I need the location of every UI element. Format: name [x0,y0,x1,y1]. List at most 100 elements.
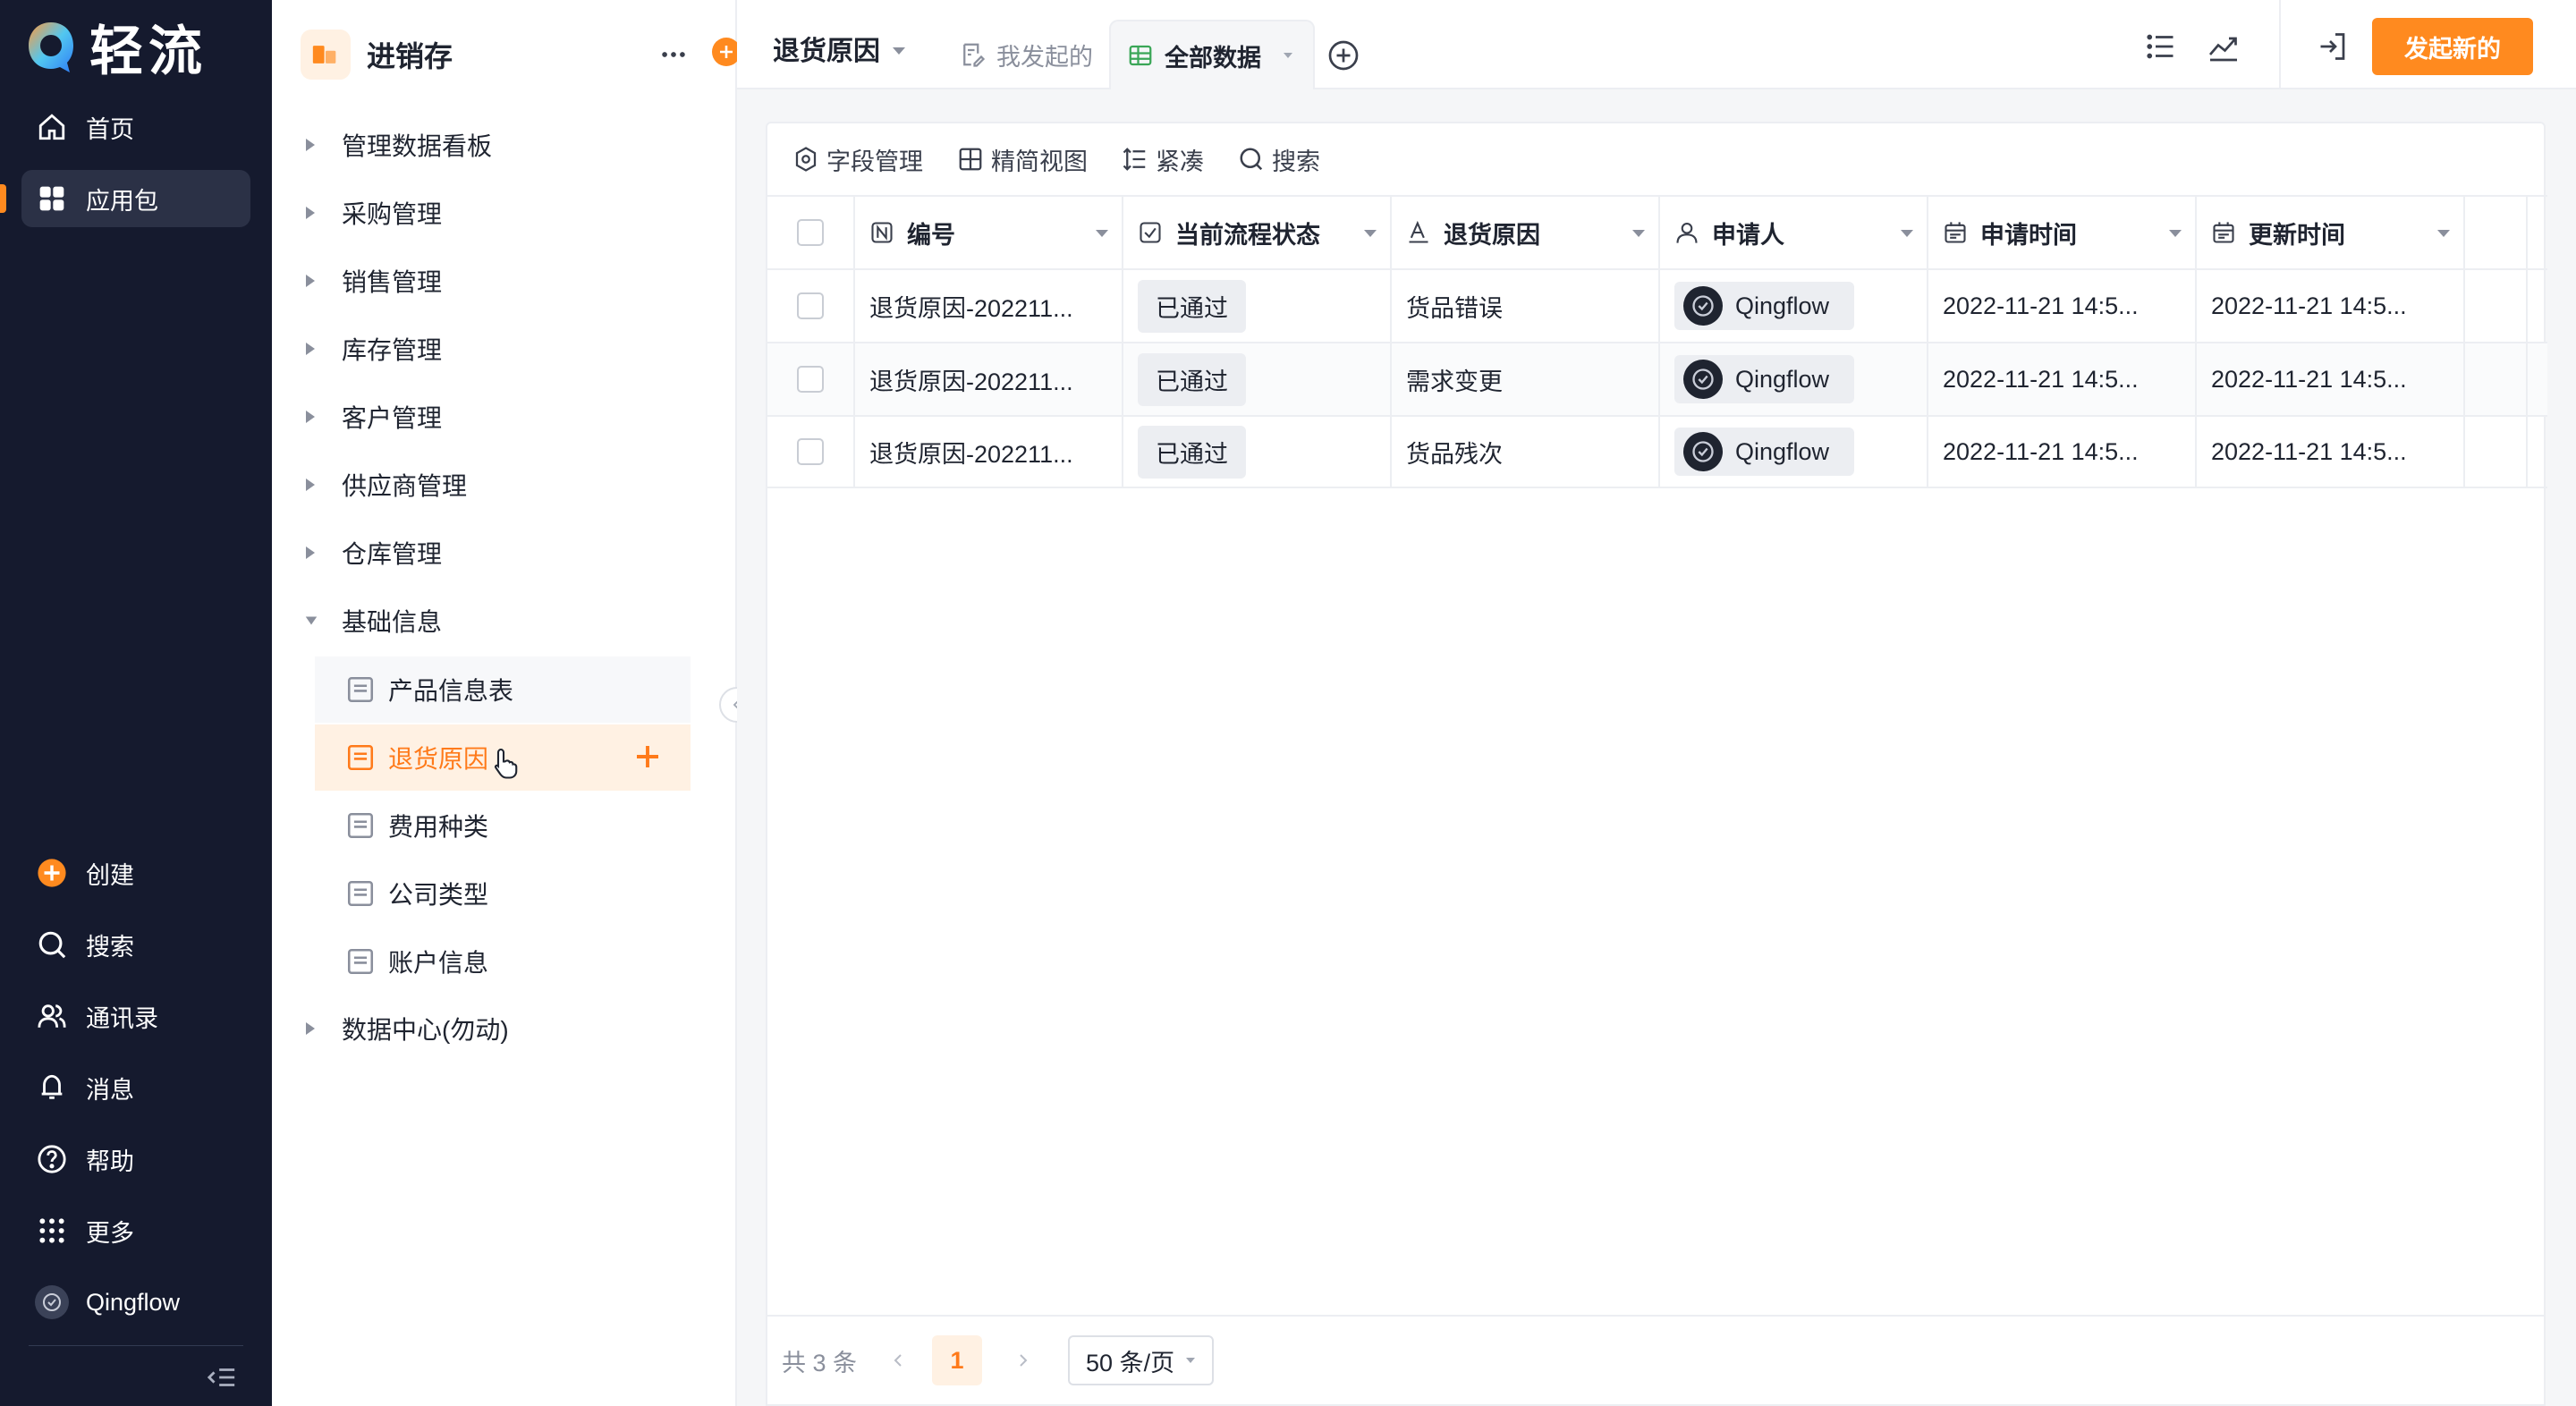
avatar [35,1285,69,1319]
status-badge: 已通过 [1138,425,1246,479]
table-header-row: 编号 当前流程状态 退货原因 申请人 申请时间 更新时间 [767,195,2547,268]
page-number[interactable]: 1 [932,1335,983,1385]
tree-leaf-label: 退货原因 [388,745,489,773]
app-icon [301,30,351,80]
nav-help[interactable]: 帮助 [21,1131,250,1188]
nav-user[interactable]: Qingflow [21,1274,250,1331]
main-area: 退货原因 我发起的 全部数据 发起新的 字段管理 精简视图 紧凑 搜索 编号 当… [737,0,2576,1406]
more-icon[interactable] [658,39,689,74]
applicant-name: Qingflow [1735,365,1830,393]
row-checkbox[interactable] [797,292,824,319]
column-header-label: 退货原因 [1444,221,1540,249]
cell-update-time: 2022-11-21 14:5... [2197,270,2465,342]
page-size-select[interactable]: 50 条/页 [1068,1335,1215,1385]
column-header-label: 更新时间 [2249,221,2345,249]
exit-button[interactable] [2313,27,2352,66]
simple-view-button[interactable]: 精简视图 [957,142,1088,177]
next-page-button[interactable] [1005,1342,1041,1378]
top-bar: 退货原因 我发起的 全部数据 发起新的 [737,0,2576,89]
column-header-update-time[interactable]: 更新时间 [2197,197,2465,268]
help-icon [34,1141,70,1177]
caret-down-icon [1632,230,1645,237]
tree-leaf-expense-types[interactable]: 费用种类 [315,792,691,859]
column-header-label: 申请时间 [1980,221,2077,249]
tool-label: 精简视图 [991,148,1088,175]
caret-down-icon [891,33,907,64]
qingflow-logo[interactable]: 轻流 [25,18,208,81]
plus-circle-icon [34,855,70,891]
nav-messages[interactable]: 消息 [21,1059,250,1116]
nav-messages-label: 消息 [86,1076,134,1104]
status-badge: 已通过 [1138,352,1246,406]
topbar-divider [2279,0,2281,89]
table-row[interactable]: 退货原因-202211... 已通过 货品残次 Qingflow 2022-11… [767,415,2547,488]
nav-user-label: Qingflow [86,1288,181,1316]
tree-group-suppliers[interactable]: 供应商管理 [304,460,467,510]
compact-button[interactable]: 紧凑 [1122,142,1204,177]
nav-create[interactable]: 创建 [21,844,250,902]
calendar-icon [1945,222,1966,243]
caret-right-icon [304,341,318,357]
tree-group-sales[interactable]: 销售管理 [304,256,442,306]
nav-app-packages[interactable]: 应用包 [21,170,250,227]
tree-leaf-account-info[interactable]: 账户信息 [315,928,691,995]
row-checkbox[interactable] [797,366,824,393]
nav-more[interactable]: 更多 [21,1202,250,1259]
add-form-button[interactable] [631,741,664,773]
caret-right-icon [304,273,318,289]
nav-home[interactable]: 首页 [21,98,250,156]
create-new-button[interactable]: 发起新的 [2372,18,2533,75]
tree-group-dashboard[interactable]: 管理数据看板 [304,120,492,170]
nav-contacts[interactable]: 通讯录 [21,987,250,1045]
column-header-status[interactable]: 当前流程状态 [1123,197,1392,268]
table-row[interactable]: 退货原因-202211... 已通过 货品错误 Qingflow 2022-11… [767,268,2547,342]
select-all-checkbox[interactable] [797,219,824,246]
tree-group-data-center[interactable]: 数据中心(勿动) [304,1004,509,1054]
column-header-apply-time[interactable]: 申请时间 [1928,197,2197,268]
plus-circle-icon [1328,40,1359,71]
cell-id: 退货原因-202211... [855,343,1123,415]
tree-group-customers[interactable]: 客户管理 [304,392,442,442]
column-header-id[interactable]: 编号 [855,197,1123,268]
column-header-reason[interactable]: 退货原因 [1392,197,1660,268]
add-view-button[interactable] [1327,39,1360,76]
tree-group-warehouse[interactable]: 仓库管理 [304,528,442,578]
tool-label: 紧凑 [1156,148,1204,175]
avatar [1683,432,1723,471]
tree-leaf-product-info[interactable]: 产品信息表 [315,656,691,723]
nav-search[interactable]: 搜索 [21,916,250,973]
plus-icon [720,46,733,58]
home-icon [34,109,70,145]
field-manage-button[interactable]: 字段管理 [792,142,923,177]
column-header-applicant[interactable]: 申请人 [1660,197,1928,268]
nav-app-packages-label: 应用包 [86,187,158,215]
collapse-nav-button[interactable] [204,1359,240,1399]
tab-all-data[interactable]: 全部数据 [1109,20,1315,89]
table-row[interactable]: 退货原因-202211... 已通过 需求变更 Qingflow 2022-11… [767,342,2547,415]
tree-leaf-company-types[interactable]: 公司类型 [315,860,691,927]
calendar-icon [2213,222,2234,243]
column-header-label: 申请人 [1712,221,1784,249]
tree-group-inventory[interactable]: 库存管理 [304,324,442,374]
table-search-button[interactable]: 搜索 [1238,142,1320,177]
checkbox-field-icon [1140,222,1161,243]
grid-apps-icon [34,181,70,216]
tree-group-purchase[interactable]: 采购管理 [304,188,442,238]
form-title[interactable]: 退货原因 [773,29,907,68]
prev-page-button[interactable] [880,1342,916,1378]
caret-right-icon [304,409,318,425]
status-badge: 已通过 [1138,279,1246,333]
tab-my-submissions[interactable]: 我发起的 [943,20,1109,89]
applicant-tag: Qingflow [1674,282,1855,330]
list-view-button[interactable] [2141,27,2181,66]
tree-group-label: 管理数据看板 [342,132,493,160]
tree-leaf-return-reason[interactable]: 退货原因 [315,724,691,791]
chart-view-button[interactable] [2204,27,2243,66]
tree-group-basic-info[interactable]: 基础信息 [304,596,442,646]
row-checkbox[interactable] [797,438,824,465]
tree-group-label: 仓库管理 [342,540,443,568]
tree-group-label: 采购管理 [342,200,443,228]
nav-create-label: 创建 [86,861,134,889]
caret-down-icon [2437,230,2450,237]
tree-group-label: 数据中心(勿动) [342,1016,509,1044]
